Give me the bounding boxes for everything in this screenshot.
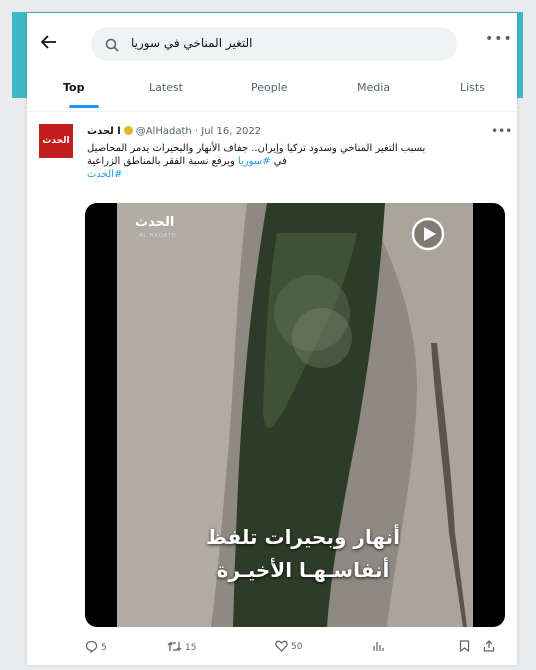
reply-button[interactable]: 5 <box>85 640 107 654</box>
share-icon <box>483 640 495 652</box>
tab-top[interactable]: Top <box>63 81 84 94</box>
search-icon <box>105 37 119 52</box>
bookmark-button[interactable] <box>459 640 473 653</box>
video-caption-line: أنهار وبحيرات تلفظ <box>206 525 400 549</box>
tweet-text-line: بسبب التغير المناخي وسدود تركيا وإيران..… <box>87 143 426 154</box>
active-tab-indicator <box>69 105 99 108</box>
hashtag-syria[interactable]: #سوريا <box>238 156 271 167</box>
search-tabs: Top Latest People Media Lists <box>27 73 517 111</box>
author-name[interactable]: ا لحدث <box>87 126 121 137</box>
tweet-text-line: في #سوريا ويرفع نسبة الفقر بالمناطق الزر… <box>87 155 507 168</box>
tweet-more-icon[interactable]: ••• <box>491 124 512 138</box>
retweet-button[interactable]: 15 <box>167 640 196 653</box>
search-input[interactable]: التغير المناخي في سوريا <box>91 27 457 61</box>
avatar[interactable]: الحدث <box>39 124 73 158</box>
twitter-search-panel: التغير المناخي في سوريا ••• Top Latest P… <box>27 13 517 665</box>
back-arrow-icon[interactable] <box>40 35 59 51</box>
tweet-text: بسبب التغير المناخي وسدود تركيا وإيران..… <box>87 142 507 181</box>
views-button[interactable] <box>372 640 387 652</box>
verified-badge-icon <box>123 126 133 135</box>
tab-lists[interactable]: Lists <box>460 81 485 94</box>
author-handle[interactable]: @AlHadath <box>136 126 192 137</box>
tab-latest[interactable]: Latest <box>149 81 183 94</box>
tab-people[interactable]: People <box>251 81 288 94</box>
retweet-icon <box>167 642 182 651</box>
tweet-actions: 5 15 50 <box>27 634 517 662</box>
retweet-count: 15 <box>185 643 197 653</box>
search-query: التغير المناخي في سوريا <box>131 36 253 50</box>
separator-dot: · <box>191 126 202 137</box>
tab-media[interactable]: Media <box>357 81 390 94</box>
tweet-date[interactable]: Jul 16, 2022 <box>201 126 261 137</box>
channel-logo: الحدث <box>135 215 175 230</box>
more-options-icon[interactable]: ••• <box>485 31 513 47</box>
reply-icon <box>85 640 98 654</box>
text-fragment: في <box>270 156 287 167</box>
tweet-header: ا لحدث @AlHadath · Jul 16, 2022 <box>87 126 507 140</box>
video-media[interactable]: الحدث AL HADATH أنهار وبحيرات تلفظ أنفاس… <box>85 203 505 627</box>
play-icon[interactable] <box>411 217 445 251</box>
like-count: 50 <box>291 642 303 652</box>
channel-logo-subtitle: AL HADATH <box>139 233 177 239</box>
heart-icon <box>275 640 288 652</box>
video-caption-line: أنفاسـهـا الأخيـرة <box>216 558 390 582</box>
like-button[interactable]: 50 <box>275 640 302 652</box>
search-header: التغير المناخي في سوريا ••• <box>27 21 517 65</box>
share-button[interactable] <box>483 640 498 652</box>
text-fragment: ويرفع نسبة الفقر بالمناطق الزراعية <box>87 156 238 167</box>
hashtag-alhadath[interactable]: #الحدث <box>87 168 507 181</box>
bookmark-icon <box>459 640 470 653</box>
views-icon <box>373 642 384 651</box>
reply-count: 5 <box>101 643 107 653</box>
tweet[interactable]: الحدث ا لحدث @AlHadath · Jul 16, 2022 •••… <box>27 112 517 665</box>
